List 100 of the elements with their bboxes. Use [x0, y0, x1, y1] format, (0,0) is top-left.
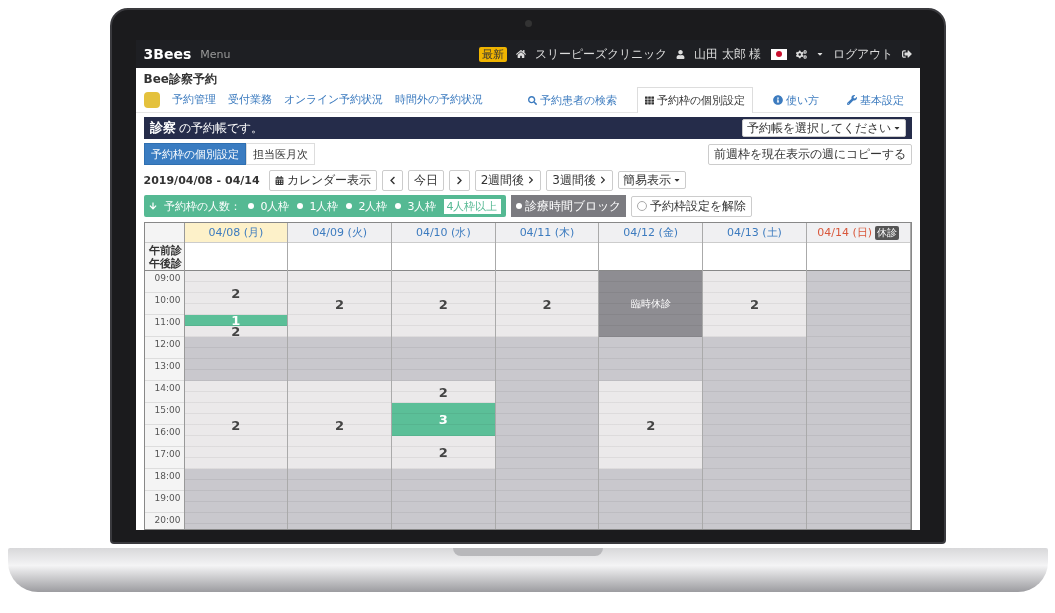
next-button[interactable] [448, 169, 470, 191]
search-icon [527, 95, 537, 105]
logout-icon[interactable] [901, 49, 912, 59]
nav-link[interactable]: 受付業務 [227, 92, 272, 107]
copy-button[interactable]: 前週枠を現在表示の週にコピーする [707, 143, 912, 165]
slot-count: 2 [542, 297, 552, 311]
nav-link[interactable]: オンライン予約状況 [283, 92, 383, 107]
time-label: 10:00 [144, 293, 184, 315]
day-label: 04/08 (月) [208, 225, 264, 240]
day-label: 04/10 (水) [415, 225, 471, 240]
caret-icon [892, 124, 901, 132]
day-label: 04/09 (火) [312, 225, 367, 240]
time-label: 19:00 [144, 491, 184, 513]
nav-tab[interactable]: 予約患者の検索 [519, 86, 625, 113]
session-label: 午前診 [148, 243, 182, 257]
time-label: 11:00 [144, 315, 184, 337]
display-select[interactable]: 簡易表示 [617, 171, 686, 189]
slot-count: 3 [438, 413, 448, 426]
app-logo[interactable]: 3Bees [143, 46, 192, 62]
time-label: 13:00 [144, 359, 184, 381]
time-label: 20:00 [144, 513, 184, 529]
menu-link[interactable]: Menu [200, 47, 231, 61]
date-range: 2019/04/08 - 04/14 [143, 173, 260, 187]
time-slot[interactable]: 2 [184, 326, 288, 337]
wrench-icon [846, 95, 857, 105]
banner-text: 診察 の予約帳です。 [149, 119, 264, 137]
logout-link[interactable]: ログアウト [832, 45, 893, 63]
time-slot[interactable]: 2 [184, 271, 288, 315]
time-label: 14:00 [144, 381, 184, 403]
user-link[interactable]: 山田 太郎 様 [693, 45, 762, 63]
chevron-left-icon [387, 175, 397, 185]
slot-count: 2 [438, 297, 448, 311]
view-tab[interactable]: 担当医月次 [245, 143, 315, 165]
slot-count: 1 [231, 314, 241, 327]
slot-count: 2 [231, 325, 241, 338]
three-weeks-button[interactable]: 3週間後 [546, 169, 613, 191]
time-slot[interactable]: 2 [391, 436, 495, 469]
news-badge: 最新 [478, 46, 507, 62]
radio-icon [394, 203, 401, 209]
home-icon [515, 49, 526, 59]
time-label: 17:00 [144, 447, 184, 469]
slot-count: 2 [231, 418, 241, 432]
dot-icon [515, 203, 522, 209]
clear-checkbox[interactable]: 予約枠設定を解除 [630, 195, 752, 217]
slot-count: 臨時休診 [630, 299, 671, 309]
day-label: 04/11 (木) [519, 225, 575, 240]
two-weeks-button[interactable]: 2週間後 [474, 169, 542, 191]
day-label: 04/14 (日) [817, 225, 873, 240]
caret-icon [672, 176, 681, 184]
radio-icon [296, 203, 303, 209]
camera-dot [524, 20, 532, 27]
time-label: 18:00 [144, 469, 184, 491]
caret-icon [815, 50, 824, 58]
settings-icon[interactable] [795, 48, 807, 60]
clinic-link[interactable]: スリーピーズクリニック [534, 45, 667, 63]
session-label: 午後診 [148, 256, 182, 270]
block-button[interactable]: 診療時間ブロック [510, 195, 626, 217]
chevron-right-icon [454, 175, 464, 185]
info-icon [772, 95, 783, 105]
slot-count: 2 [231, 286, 241, 300]
day-label: 04/13 (土) [727, 225, 782, 240]
grid-icon [644, 95, 654, 105]
user-icon [675, 49, 685, 59]
nav-tab[interactable]: 使い方 [764, 86, 827, 113]
time-slot[interactable]: 2 [495, 271, 599, 337]
flag-icon[interactable] [770, 48, 787, 60]
previous-button[interactable] [381, 169, 403, 191]
nav-tab[interactable]: 基本設定 [838, 86, 912, 113]
view-tab[interactable]: 予約枠の個別設定 [143, 143, 246, 165]
page-title: Bee診察予約 [142, 71, 218, 87]
slot-count: 2 [335, 297, 345, 311]
slot-count: 2 [335, 418, 345, 432]
time-slot[interactable]: 2 [703, 271, 806, 337]
time-label: 12:00 [144, 337, 184, 359]
closed-badge: 休診 [875, 225, 900, 240]
time-slot[interactable]: 2 [288, 271, 391, 337]
radio-icon [247, 203, 254, 209]
time-slot[interactable]: 2 [599, 381, 703, 469]
filter-label: 予約枠の人数： [163, 198, 241, 214]
slot-count: 2 [438, 385, 448, 399]
radio-icon [345, 203, 352, 209]
time-slot[interactable]: 2 [288, 381, 391, 469]
time-slot[interactable]: 2 [184, 381, 288, 469]
nav-tab[interactable]: 予約枠の個別設定 [636, 86, 753, 113]
time-label: 16:00 [144, 425, 184, 447]
nav-link[interactable]: 予約管理 [171, 92, 216, 107]
book-select[interactable]: 予約帳を選択してください [741, 119, 906, 137]
slot-count: 2 [646, 418, 656, 432]
time-slot[interactable]: 2 [391, 381, 495, 403]
chevron-right-icon [527, 176, 536, 184]
arrow-down-icon [148, 202, 157, 210]
calendar-icon [274, 175, 284, 185]
nav-link[interactable]: 時間外の予約状況 [394, 92, 483, 107]
today-button[interactable]: 今日 [407, 169, 444, 191]
time-label: 09:00 [144, 271, 184, 293]
calendar-button[interactable]: カレンダー表示 [268, 169, 377, 191]
time-label: 15:00 [144, 403, 184, 425]
time-slot[interactable]: 2 [391, 271, 495, 337]
slot-count: 2 [749, 297, 759, 311]
chevron-right-icon [598, 176, 607, 184]
